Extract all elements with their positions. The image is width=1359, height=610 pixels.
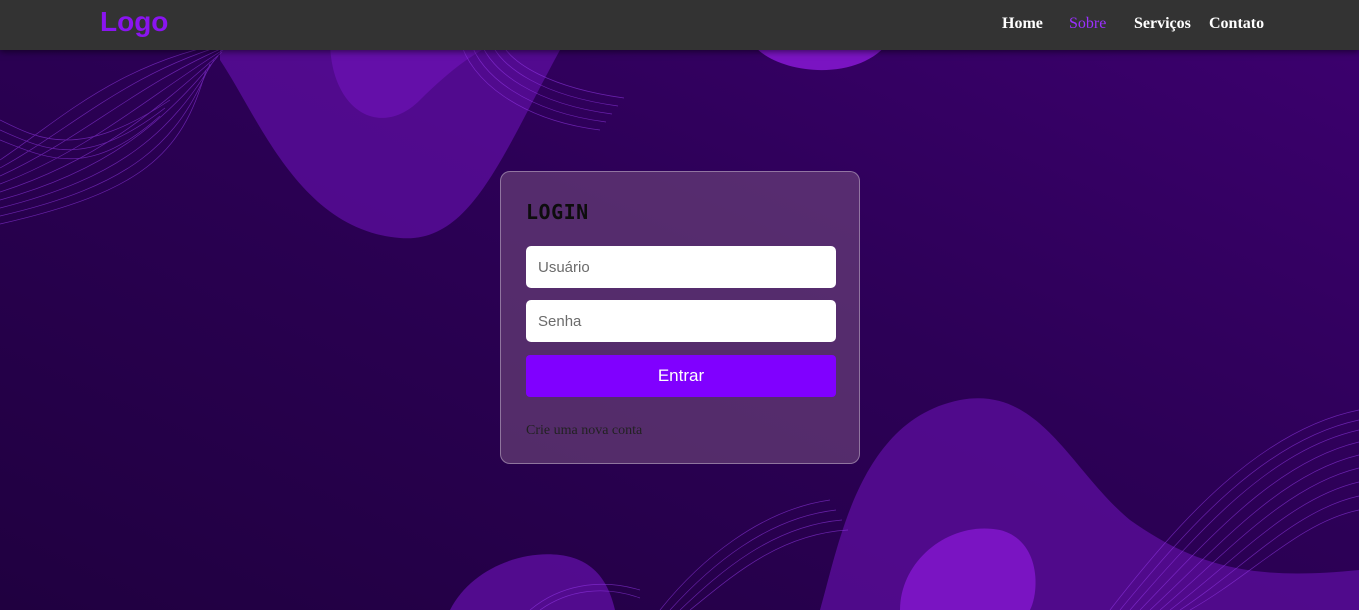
- nav-home[interactable]: Home: [1002, 15, 1043, 33]
- password-input[interactable]: [526, 300, 836, 342]
- nav-sobre[interactable]: Sobre: [1069, 15, 1106, 33]
- nav-contato[interactable]: Contato: [1209, 15, 1264, 33]
- submit-button[interactable]: Entrar: [526, 355, 836, 397]
- login-title: LOGIN: [526, 200, 589, 224]
- login-card: LOGIN Entrar Crie uma nova conta: [500, 171, 860, 464]
- top-navbar: Logo Home Sobre Serviços Contato: [0, 0, 1359, 50]
- nav-servicos[interactable]: Serviços: [1134, 15, 1191, 33]
- username-input[interactable]: [526, 246, 836, 288]
- main-nav: Home Sobre Serviços Contato: [0, 15, 1359, 35]
- create-account-link[interactable]: Crie uma nova conta: [526, 423, 642, 439]
